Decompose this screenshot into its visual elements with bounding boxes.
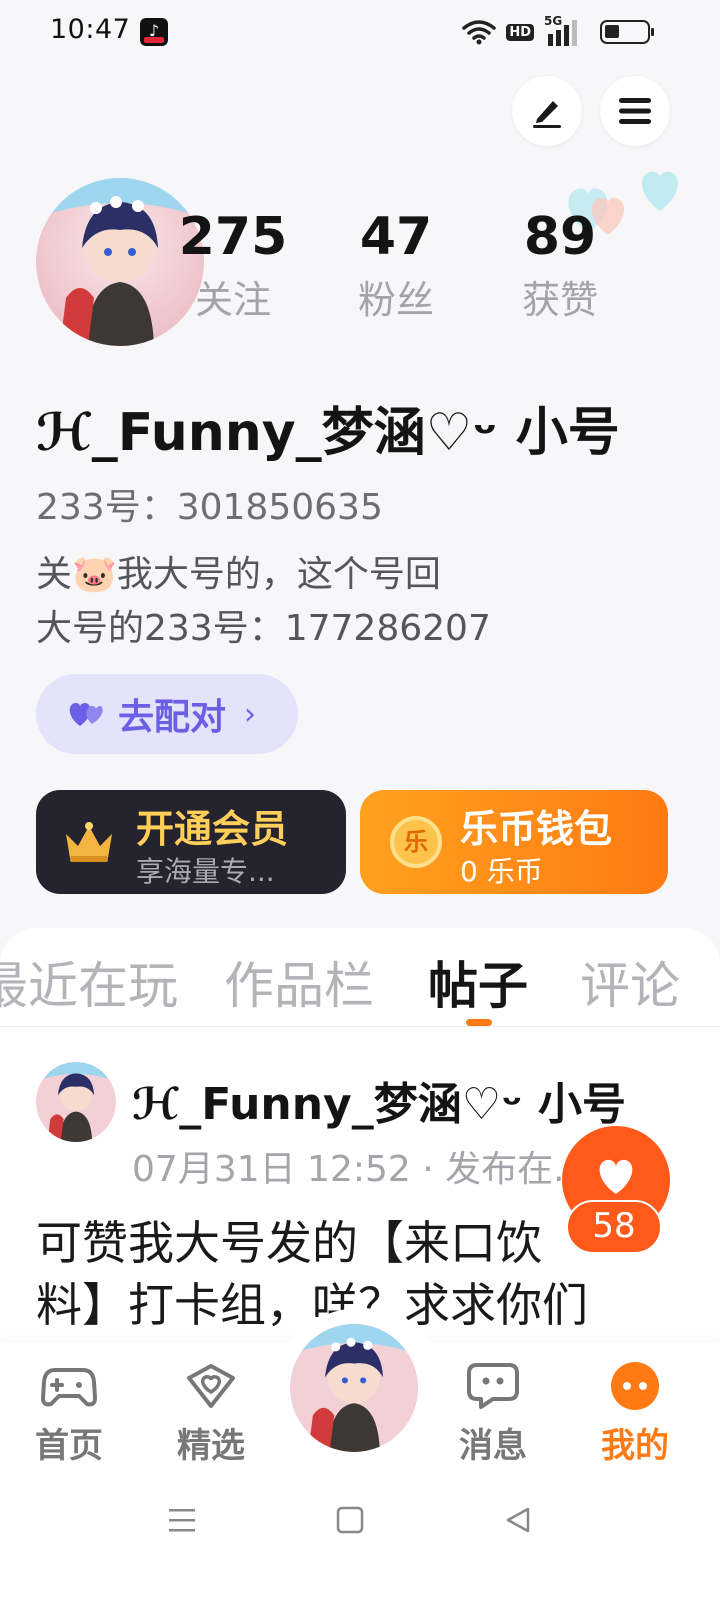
status-icons: HD 5G (462, 14, 580, 46)
profile-username: ℋ_Funny_梦涵♡ᵕ 小号 (36, 403, 620, 463)
back-triangle-icon (506, 1507, 530, 1533)
coin-glyph: 乐 (404, 828, 428, 856)
hamburger-menu-icon (619, 98, 651, 124)
wallet-card[interactable]: 乐 乐币钱包 0 乐币 (360, 790, 668, 894)
double-heart-icon (69, 703, 103, 726)
stat-value: 89 (523, 207, 597, 267)
nav-label: 精选 (177, 1426, 245, 1466)
vip-card-subtitle: 享海量专... (136, 855, 275, 888)
status-bar: 10:47 ♪ HD 5G (0, 0, 720, 64)
heart-badge-icon (187, 1364, 235, 1408)
square-icon (336, 1506, 364, 1534)
stat-label: 获赞 (521, 278, 598, 322)
bio-line: 关🐷我大号的，这个号回 (36, 554, 441, 595)
profile-bio: 关🐷我大号的，这个号回 大号的233号：177286207 (36, 548, 596, 656)
stat-likes[interactable]: 89 获赞 (480, 202, 640, 328)
tab-divider (0, 1026, 720, 1027)
status-time: 10:47 (50, 14, 131, 45)
wallet-card-title: 乐币钱包 (460, 807, 613, 851)
nav-label: 首页 (35, 1426, 103, 1466)
post-author-name[interactable]: ℋ_Funny_梦涵♡ᵕ 小号 (132, 1068, 626, 1132)
post-author-avatar[interactable] (36, 1062, 116, 1142)
nav-featured[interactable]: 精选 (156, 1358, 266, 1467)
profile-dots-icon (611, 1362, 659, 1410)
coin-icon: 乐 (390, 816, 442, 868)
home-button[interactable] (330, 1500, 370, 1540)
pencil-icon (533, 101, 561, 128)
tab-recently-played[interactable]: 最近在玩 (0, 946, 178, 1018)
back-button[interactable] (498, 1500, 538, 1540)
nav-home[interactable]: 首页 (14, 1358, 124, 1467)
vip-membership-card[interactable]: 开通会员 享海量专... (36, 790, 346, 894)
stat-following[interactable]: 275 关注 (153, 202, 313, 328)
tiktok-notification-icon: ♪ (140, 18, 168, 46)
chevron-right-icon: › (244, 696, 257, 732)
tab-posts[interactable]: 帖子 (428, 946, 528, 1018)
vip-card-title: 开通会员 (136, 807, 289, 851)
chat-bubble-icon (467, 1363, 519, 1409)
tab-comments[interactable]: 评论 (580, 946, 680, 1018)
hd-badge: HD (506, 23, 534, 41)
signal-icon: 5G (544, 14, 580, 46)
tab-active-indicator (466, 1019, 492, 1026)
wifi-icon (462, 20, 497, 45)
profile-id[interactable]: 233号：301850635 (36, 478, 383, 530)
tab-works[interactable]: 作品栏 (224, 946, 374, 1018)
like-count-badge: 58 (566, 1200, 662, 1254)
edit-profile-button[interactable] (512, 76, 582, 146)
stat-value: 47 (359, 207, 433, 267)
gamepad-icon (41, 1368, 97, 1407)
nav-label: 我的 (601, 1426, 669, 1466)
heart-icon (599, 1159, 633, 1194)
post-body-line: 可赞我大号发的【来口饮 (36, 1216, 542, 1270)
bio-line: 大号的233号：177286207 (36, 608, 491, 649)
wallet-card-subtitle: 0 乐币 (460, 855, 543, 888)
nav-messages[interactable]: 消息 (438, 1358, 548, 1467)
stat-fans[interactable]: 47 粉丝 (316, 202, 476, 328)
stat-label: 关注 (194, 278, 271, 322)
nav-label: 消息 (459, 1426, 527, 1466)
nav-center-avatar[interactable] (290, 1324, 418, 1452)
recent-apps-button[interactable] (162, 1500, 202, 1540)
stat-value: 275 (178, 207, 288, 267)
battery-icon (600, 20, 654, 44)
nav-me[interactable]: 我的 (580, 1358, 690, 1467)
menu-lines-icon (169, 1509, 195, 1532)
menu-button[interactable] (600, 76, 670, 146)
crown-icon (66, 822, 112, 862)
pair-button-label: 去配对 (118, 697, 227, 738)
stat-label: 粉丝 (357, 278, 434, 322)
pair-button[interactable]: 去配对 › (36, 674, 298, 754)
